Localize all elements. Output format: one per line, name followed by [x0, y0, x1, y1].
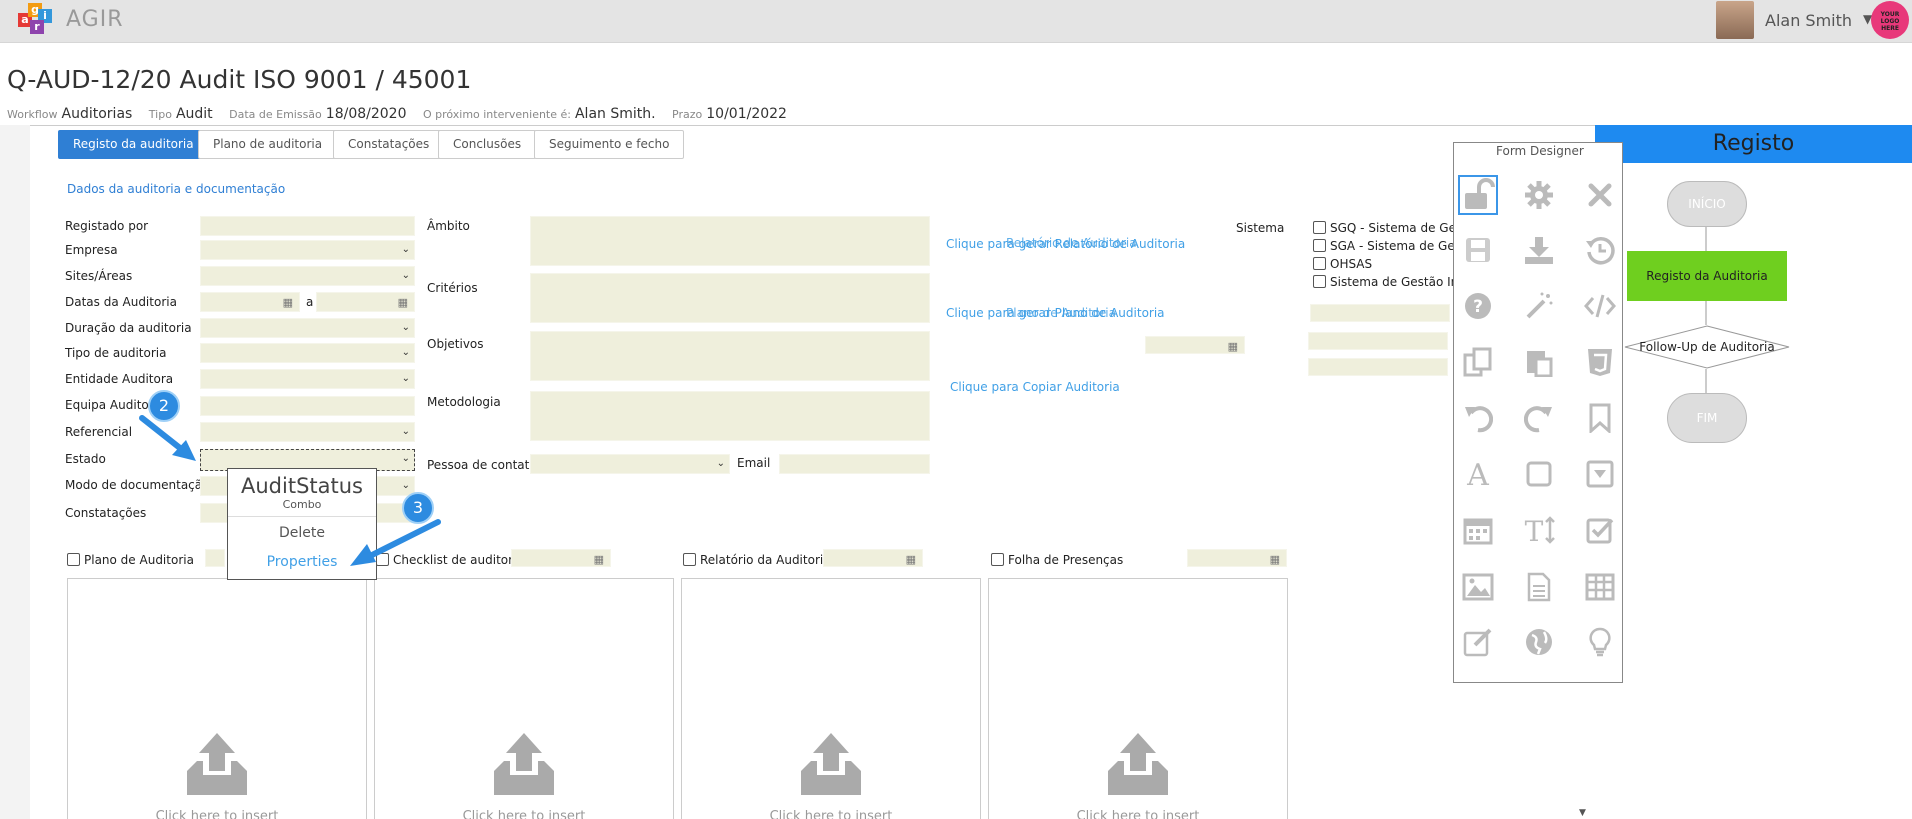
image-icon[interactable] — [1458, 567, 1498, 607]
square-icon[interactable] — [1519, 454, 1559, 494]
save-icon[interactable] — [1458, 230, 1498, 270]
workflow-node-follow-up[interactable]: Follow-Up de Auditoria — [1624, 325, 1790, 369]
text-icon[interactable]: A — [1458, 454, 1498, 494]
globe-icon[interactable] — [1519, 622, 1559, 662]
code-icon[interactable] — [1580, 286, 1620, 326]
magic-wand-icon[interactable] — [1519, 286, 1559, 326]
workflow-panel: Registo INÍCIO Registo da Auditoria Foll… — [1595, 125, 1912, 819]
bookmark-icon[interactable] — [1580, 398, 1620, 438]
workflow-node-inicio[interactable]: INÍCIO — [1667, 181, 1747, 227]
calendar-icon[interactable] — [1458, 510, 1498, 550]
document-icon[interactable] — [1519, 567, 1559, 607]
callout-arrow-2 — [139, 415, 188, 455]
copy-icon[interactable] — [1458, 342, 1498, 382]
table-icon[interactable] — [1580, 567, 1620, 607]
workflow-node-registo[interactable]: Registo da Auditoria — [1627, 251, 1787, 301]
callout-arrowhead-3 — [350, 544, 376, 566]
svg-text:T: T — [1525, 515, 1544, 545]
unlock-icon[interactable] — [1458, 175, 1498, 215]
css3-icon[interactable] — [1580, 342, 1620, 382]
history-icon[interactable] — [1580, 230, 1620, 270]
redo-icon[interactable] — [1519, 398, 1559, 438]
checkbox-icon[interactable] — [1580, 510, 1620, 550]
callout-arrow-3 — [365, 519, 441, 560]
gear-icon[interactable] — [1519, 175, 1559, 215]
workflow-connectors — [1705, 227, 1707, 393]
dropdown-icon[interactable] — [1580, 454, 1620, 494]
text-size-icon[interactable]: T — [1519, 510, 1559, 550]
download-icon[interactable] — [1519, 230, 1559, 270]
step-badge-2: 2 — [148, 390, 180, 422]
lightbulb-icon[interactable] — [1580, 622, 1620, 662]
svg-text:A: A — [1466, 459, 1489, 489]
help-icon[interactable]: ? — [1458, 286, 1498, 326]
form-designer-title: Form Designer — [1496, 144, 1584, 158]
edit-icon[interactable] — [1458, 622, 1498, 662]
step-badge-3: 3 — [402, 492, 434, 524]
close-icon[interactable] — [1580, 175, 1620, 215]
svg-text:?: ? — [1473, 297, 1483, 317]
undo-icon[interactable] — [1458, 398, 1498, 438]
workflow-node-fim[interactable]: FIM — [1667, 393, 1747, 443]
paste-icon[interactable] — [1519, 342, 1559, 382]
